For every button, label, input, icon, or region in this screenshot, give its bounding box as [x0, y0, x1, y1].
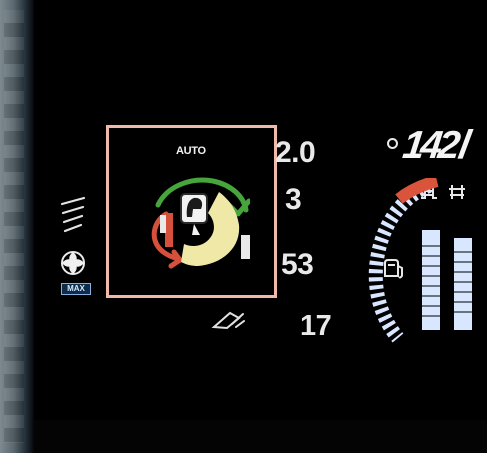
- readout-value-1: 2.0: [275, 136, 316, 169]
- climate-graphic: [151, 177, 250, 269]
- fan-icon: [61, 251, 85, 275]
- auto-mode-label: AUTO: [176, 145, 206, 157]
- rear-defrost-icon: [60, 196, 86, 233]
- readout-value-4: 17: [300, 310, 332, 342]
- max-badge: MAX: [61, 283, 91, 295]
- readout-value-3: 53: [281, 248, 314, 281]
- air-flow-icon: [211, 311, 245, 330]
- status-dot-icon: [387, 138, 398, 149]
- level-bars: [422, 230, 472, 330]
- fuel-icon: [384, 259, 403, 279]
- readout-value-2: 3: [285, 183, 302, 216]
- segment-display: 142Ⅰ: [400, 124, 467, 167]
- left-bezel: [0, 0, 34, 453]
- bottom-shadow: [34, 420, 487, 453]
- door-icon: [449, 185, 465, 199]
